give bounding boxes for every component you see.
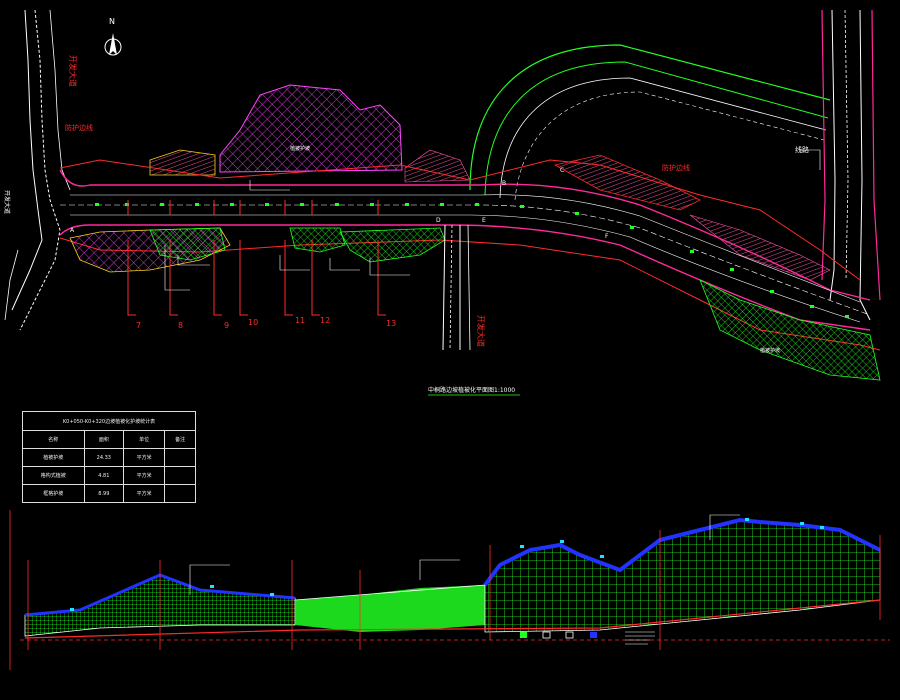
table-cell bbox=[164, 484, 196, 503]
table-cell: 4.81 bbox=[83, 466, 125, 485]
table-cell: 格构式植被 bbox=[22, 466, 85, 485]
hatch-area-green-mid bbox=[289, 227, 346, 253]
table-header: 名称 bbox=[22, 430, 85, 449]
svg-text:D: D bbox=[436, 217, 441, 224]
table-cell: 8.99 bbox=[83, 484, 125, 503]
svg-text:7: 7 bbox=[136, 321, 141, 330]
statistics-table: K0+050-K0+320边坡植被化护坡统计表 名称 面积 单位 备注 植被护坡… bbox=[22, 411, 196, 503]
section-numbers: 7 8 9 10 11 12 13 bbox=[136, 316, 396, 330]
table-header: 面积 bbox=[83, 430, 125, 449]
table-cell: 框格护坡 bbox=[22, 484, 85, 503]
north-label: N bbox=[109, 17, 115, 26]
svg-text:10: 10 bbox=[248, 318, 258, 327]
svg-text:C: C bbox=[560, 167, 564, 174]
left-road-label-2: 开发大道 bbox=[3, 190, 11, 214]
svg-text:A: A bbox=[70, 227, 75, 234]
table-cell bbox=[164, 448, 196, 467]
north-arrow-icon: N bbox=[104, 17, 122, 56]
cad-drawing: N 开发大道 开发大道 开发大道 防护边线 防护边线 线路 植被护坡 植被护坡 … bbox=[3, 9, 890, 670]
table-cell: 平方米 bbox=[123, 466, 166, 485]
table-cell: 平方米 bbox=[123, 484, 166, 503]
right-road-label: 线路 bbox=[795, 145, 809, 154]
table-cell bbox=[164, 466, 196, 485]
bottom-road-label: 开发大道 bbox=[476, 315, 486, 347]
left-boundary-label: 防护边线 bbox=[65, 123, 93, 132]
plan-title: 中桐路边坡植被化平面图1:1000 bbox=[428, 386, 515, 394]
profile-legend bbox=[520, 631, 655, 645]
area-label-2: 植被护坡 bbox=[760, 347, 780, 354]
svg-text:8: 8 bbox=[178, 321, 183, 330]
table-row: 框格护坡 8.99 平方米 bbox=[22, 484, 196, 503]
hatch-area-magenta bbox=[219, 84, 403, 173]
bottom-road bbox=[442, 224, 471, 351]
table-header-row: 名称 面积 单位 备注 bbox=[22, 430, 196, 449]
table-cell: 平方米 bbox=[123, 448, 166, 467]
table-cell: 植被护坡 bbox=[22, 448, 85, 467]
table-title: K0+050-K0+320边坡植被化护坡统计表 bbox=[22, 411, 196, 431]
left-road-label: 开发大道 bbox=[68, 55, 78, 87]
table-cell: 24.33 bbox=[83, 448, 125, 467]
area-label-1: 植被护坡 bbox=[290, 145, 310, 152]
table-header: 单位 bbox=[123, 430, 166, 449]
svg-text:E: E bbox=[482, 217, 486, 224]
svg-text:12: 12 bbox=[320, 316, 330, 325]
right-boundary-label: 防护边线 bbox=[662, 163, 690, 172]
table-row: 植被护坡 24.33 平方米 bbox=[22, 448, 196, 467]
svg-text:13: 13 bbox=[386, 319, 396, 328]
profile-section bbox=[9, 510, 890, 670]
table-row: 格构式植被 4.81 平方米 bbox=[22, 466, 196, 485]
svg-text:F: F bbox=[605, 233, 609, 240]
svg-text:9: 9 bbox=[224, 321, 229, 330]
svg-text:11: 11 bbox=[295, 316, 305, 325]
table-header: 备注 bbox=[164, 430, 196, 449]
hatch-area-green-right bbox=[699, 279, 881, 381]
svg-text:B: B bbox=[502, 180, 506, 187]
